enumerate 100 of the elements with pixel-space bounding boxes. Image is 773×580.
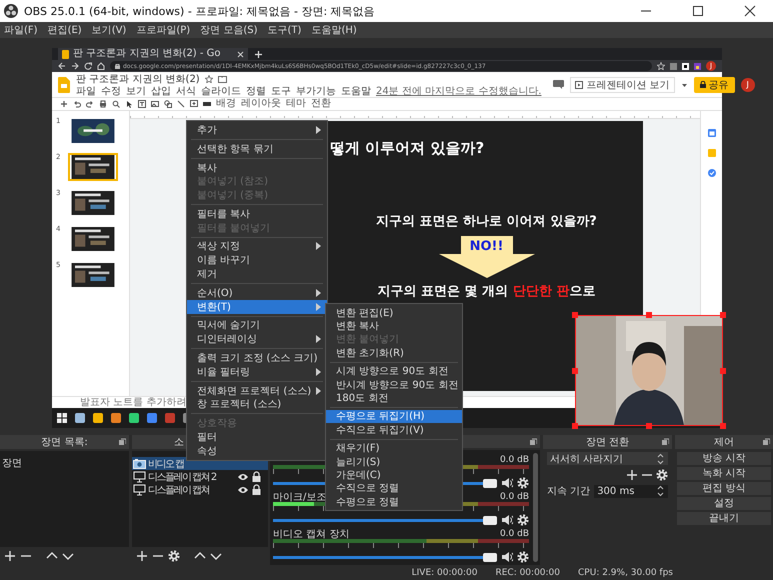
menu-item[interactable]: 도움말 bbox=[341, 84, 371, 98]
resize-handle[interactable] bbox=[720, 368, 726, 374]
add-icon[interactable] bbox=[136, 550, 148, 562]
menu-item[interactable]: 보기 bbox=[126, 84, 146, 98]
add-icon[interactable] bbox=[626, 468, 638, 480]
share-button[interactable]: 공유 bbox=[694, 76, 735, 92]
image-icon[interactable] bbox=[151, 100, 159, 108]
slider-thumb[interactable] bbox=[483, 478, 497, 488]
undock-icon[interactable] bbox=[118, 438, 126, 446]
slide-thumbnail[interactable] bbox=[68, 153, 118, 181]
menu-item[interactable]: 제거 bbox=[187, 267, 327, 281]
menu-item[interactable]: 변환 초기화(R) bbox=[326, 346, 462, 360]
menu-item[interactable]: 수평으로 뒤집기(H) bbox=[326, 410, 462, 424]
settings-icon[interactable] bbox=[517, 551, 529, 563]
resize-handle[interactable] bbox=[572, 312, 578, 318]
toolbar-button[interactable]: 테마 bbox=[286, 98, 306, 110]
menu-item[interactable]: 비율 필터링 bbox=[187, 364, 327, 379]
speaker-icon[interactable] bbox=[501, 514, 513, 526]
duration-field[interactable]: 300 ms bbox=[594, 484, 668, 498]
menu-item[interactable]: 변환 복사 bbox=[326, 319, 462, 333]
menu-item[interactable]: 선택한 항목 묶기 bbox=[187, 142, 327, 156]
menu-item[interactable]: 가운데(C) bbox=[326, 468, 462, 482]
resize-handle[interactable] bbox=[720, 423, 726, 429]
source-item[interactable]: 디스플레이 캡쳐 2 bbox=[132, 470, 268, 483]
menu-item[interactable]: 필터 bbox=[187, 430, 327, 444]
lock-icon[interactable] bbox=[251, 470, 262, 482]
volume-slider[interactable] bbox=[273, 552, 497, 562]
check-icon[interactable] bbox=[708, 169, 716, 177]
settings-icon[interactable] bbox=[517, 477, 529, 489]
menu-item[interactable]: 도구(T) bbox=[268, 23, 302, 37]
menu-item[interactable]: 파일 bbox=[76, 84, 96, 98]
menu-item[interactable]: 속성 bbox=[187, 444, 327, 458]
menu-item[interactable]: 정렬 bbox=[246, 84, 266, 98]
settings-icon[interactable] bbox=[168, 550, 180, 562]
resize-handle[interactable] bbox=[646, 312, 652, 318]
present-button[interactable]: 프레젠테이션 보기 bbox=[570, 76, 675, 92]
menu-item[interactable]: 전체화면 프로젝터 (소스) bbox=[187, 384, 327, 398]
menu-item[interactable]: 시계 방향으로 90도 회전 bbox=[326, 364, 462, 378]
control-button[interactable]: 끝내기 bbox=[677, 512, 771, 525]
scene-item[interactable]: 장면 bbox=[0, 457, 129, 470]
menu-item[interactable]: 출력 크기 조정 (소스 크기) bbox=[187, 351, 327, 365]
menu-item[interactable]: 서식 bbox=[176, 84, 196, 98]
slider-thumb[interactable] bbox=[483, 516, 497, 524]
toolbar-button[interactable]: 배경 bbox=[216, 98, 236, 110]
menu-item[interactable]: 도움말(H) bbox=[311, 23, 357, 37]
menu-item[interactable]: 장면 모음(S) bbox=[200, 23, 258, 37]
browser-tab[interactable]: 판 구조론과 지권의 변화(2) - Go bbox=[58, 48, 248, 60]
menu-item[interactable]: 반시계 방향으로 90도 회전 bbox=[326, 378, 462, 392]
undock-icon[interactable] bbox=[529, 438, 537, 446]
menu-item[interactable]: 디인터레이싱 bbox=[187, 332, 327, 346]
menu-item[interactable]: 슬라이드 bbox=[201, 84, 241, 98]
menu-item[interactable]: 채우기(F) bbox=[326, 442, 462, 455]
home-icon[interactable] bbox=[97, 62, 105, 70]
menu-item[interactable]: 복사 bbox=[187, 160, 327, 174]
profile-avatar[interactable]: J bbox=[740, 78, 755, 92]
menu-item[interactable]: 변환 편집(E) bbox=[326, 306, 462, 320]
shape-icon[interactable] bbox=[164, 100, 172, 108]
resize-handle[interactable] bbox=[572, 423, 578, 429]
menu-item[interactable]: 색상 지정 bbox=[187, 240, 327, 254]
last-edit-link[interactable]: 24분 전에 마지막으로 수정했습니다. bbox=[376, 84, 542, 98]
cursor-icon[interactable] bbox=[125, 100, 133, 108]
menu-item[interactable]: 수직으로 정렬 bbox=[326, 482, 462, 496]
settings-icon[interactable] bbox=[656, 468, 668, 480]
menu-item[interactable]: 필터를 복사 bbox=[187, 206, 327, 221]
close-icon[interactable] bbox=[237, 50, 244, 58]
menu-item[interactable]: 변환(T) bbox=[187, 300, 327, 314]
menu-item[interactable]: 도구 bbox=[271, 84, 291, 98]
menu-item[interactable]: 이름 바꾸기 bbox=[187, 253, 327, 268]
comment-icon[interactable] bbox=[190, 100, 198, 108]
menu-item[interactable]: 프로파일(P) bbox=[136, 23, 190, 37]
menu-item[interactable]: 180도 회전 bbox=[326, 391, 462, 405]
settings-icon[interactable] bbox=[517, 514, 529, 526]
control-button[interactable]: 편집 방식 bbox=[677, 482, 771, 495]
new-tab-icon[interactable] bbox=[254, 50, 263, 58]
eye-icon[interactable] bbox=[237, 472, 249, 482]
line-icon[interactable] bbox=[177, 100, 185, 108]
add-icon[interactable] bbox=[4, 550, 16, 562]
toolbar-button[interactable]: 전환 bbox=[311, 98, 331, 110]
forward-icon[interactable] bbox=[71, 62, 79, 70]
star-icon[interactable] bbox=[204, 74, 213, 82]
windows-logo-icon[interactable] bbox=[57, 413, 67, 423]
folder-icon[interactable] bbox=[218, 74, 227, 82]
menu-item[interactable]: 부가기능 bbox=[296, 84, 336, 98]
control-button[interactable]: 녹화 시작 bbox=[677, 467, 771, 480]
plus-icon[interactable] bbox=[60, 100, 68, 108]
reload-icon[interactable] bbox=[84, 62, 92, 70]
speaker-icon[interactable] bbox=[501, 551, 513, 563]
menu-item[interactable]: 추가 bbox=[187, 123, 327, 137]
menu-item[interactable]: 보기(V) bbox=[92, 23, 126, 37]
toolbar-button[interactable]: 레이아웃 bbox=[241, 98, 281, 110]
redo-icon[interactable] bbox=[86, 100, 94, 108]
menu-item[interactable]: 파일(F) bbox=[4, 23, 38, 37]
textbox-icon[interactable] bbox=[138, 100, 146, 108]
source-item[interactable]: 디스플레이 캡쳐 bbox=[132, 483, 268, 496]
menu-item[interactable]: 창 프로젝터 (소스) bbox=[187, 398, 327, 412]
undock-icon[interactable] bbox=[661, 438, 669, 446]
speaker-icon[interactable] bbox=[501, 477, 513, 489]
menu-item[interactable]: 삽입 bbox=[151, 84, 171, 98]
zoom-icon[interactable] bbox=[112, 100, 120, 108]
undock-icon[interactable] bbox=[762, 438, 770, 446]
